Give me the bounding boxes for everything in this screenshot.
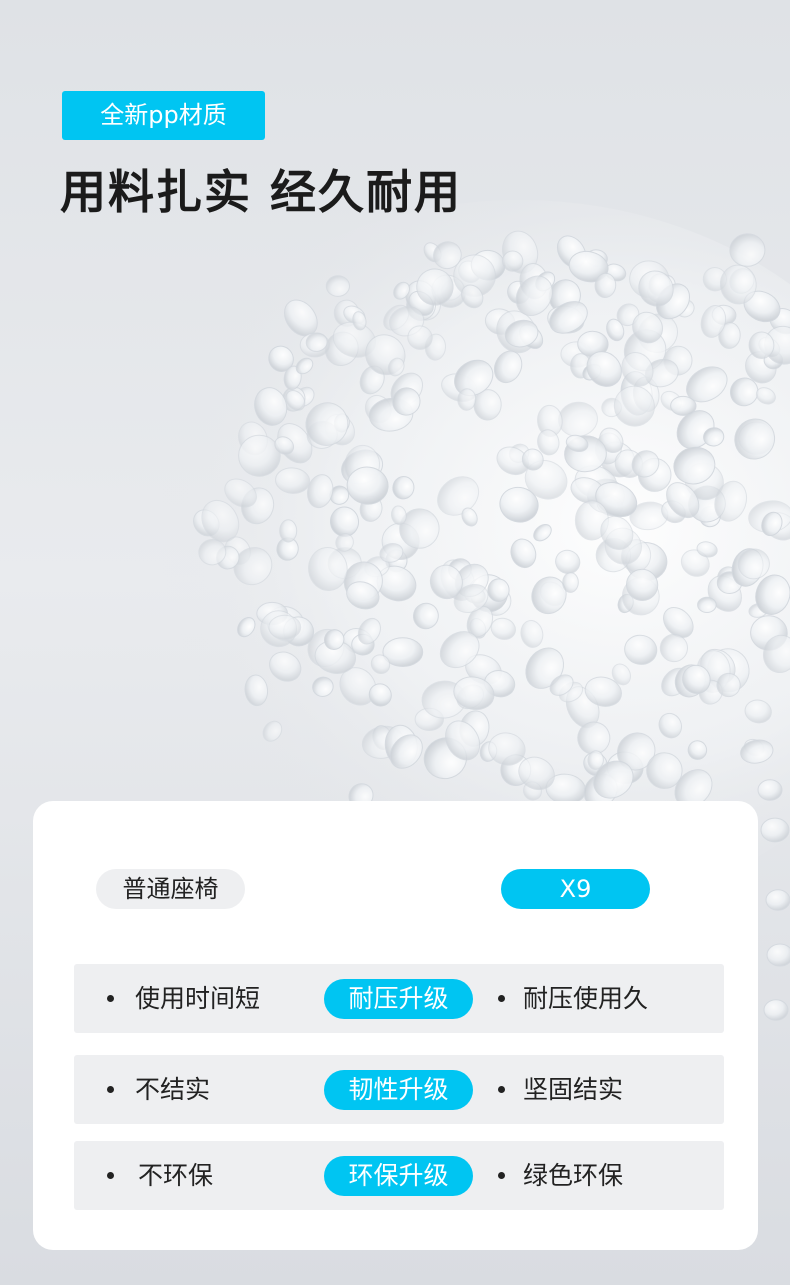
pellet-bead — [325, 275, 350, 297]
pellet-bead — [487, 578, 510, 603]
pellet-bead — [562, 572, 579, 593]
bullet-icon — [107, 1172, 114, 1179]
ordinary-seat-label: 普通座椅 — [96, 869, 245, 909]
comparison-card: 普通座椅 X9 使用时间短 耐压升级 耐压使用久 不结实 韧性升级 坚固结实 不… — [33, 801, 758, 1250]
pellet-bead — [760, 817, 790, 843]
page-headline: 用料扎实 经久耐用 — [60, 165, 463, 219]
x9-label: X9 — [501, 869, 650, 909]
pellet-bead — [697, 596, 717, 613]
material-tag: 全新pp材质 — [62, 91, 265, 140]
comparison-row: 使用时间短 耐压升级 耐压使用久 — [74, 964, 724, 1033]
comparison-row: 不环保 环保升级 绿色环保 — [74, 1141, 724, 1210]
pellet-bead — [757, 779, 783, 801]
ordinary-feature: 不结实 — [135, 1075, 211, 1104]
comparison-row: 不结实 韧性升级 坚固结实 — [74, 1055, 724, 1124]
upgrade-badge: 环保升级 — [324, 1156, 473, 1196]
bullet-icon — [498, 1086, 505, 1093]
pellet-bead — [268, 614, 302, 640]
pellet-bead — [766, 943, 790, 967]
pellet-bead — [765, 889, 790, 911]
pellet-bead — [670, 395, 697, 416]
bullet-icon — [498, 1172, 505, 1179]
x9-feature: 耐压使用久 — [523, 984, 649, 1013]
ordinary-feature: 不环保 — [138, 1161, 214, 1190]
pellet-bead — [238, 434, 281, 477]
pellet-bead — [763, 999, 789, 1021]
bullet-icon — [107, 1086, 114, 1093]
pellet-bead — [748, 331, 775, 359]
x9-feature: 坚固结实 — [523, 1075, 624, 1104]
upgrade-badge: 韧性升级 — [324, 1070, 473, 1110]
x9-feature: 绿色环保 — [523, 1161, 624, 1190]
bullet-icon — [498, 995, 505, 1002]
upgrade-badge: 耐压升级 — [324, 979, 473, 1019]
ordinary-feature: 使用时间短 — [135, 984, 261, 1013]
pellet-bead — [279, 519, 298, 543]
bullet-icon — [107, 995, 114, 1002]
